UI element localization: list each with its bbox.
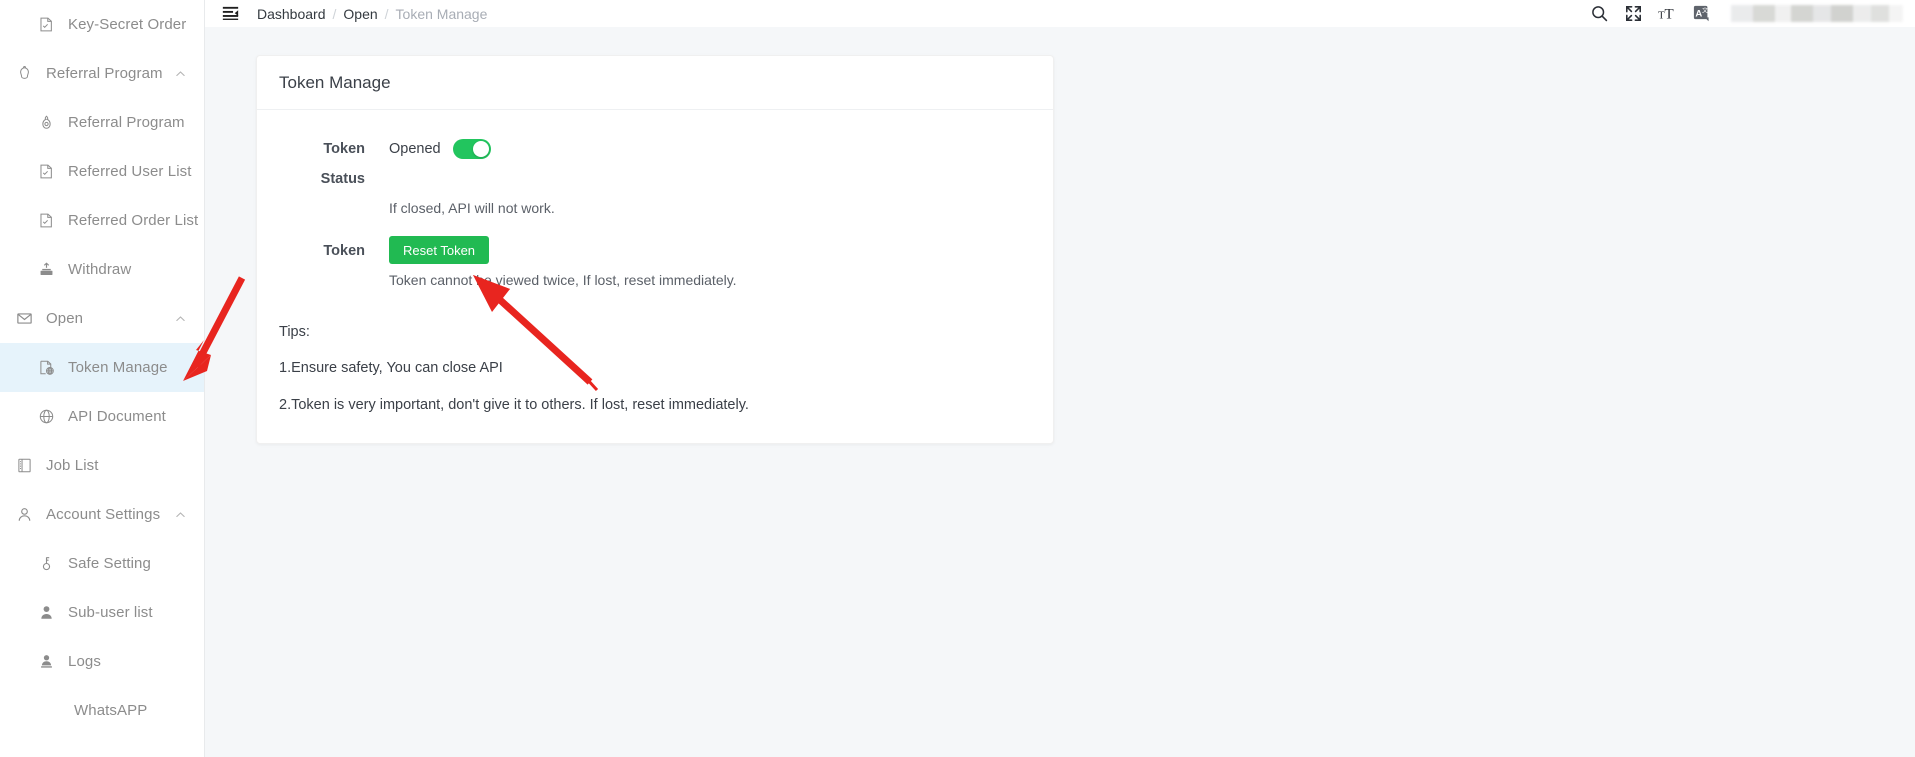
sidebar-item-safe-setting[interactable]: Safe Setting — [0, 539, 204, 588]
breadcrumb: Dashboard / Open / Token Manage — [257, 6, 487, 22]
sidebar-item-logs[interactable]: Logs — [0, 637, 204, 686]
chevron-up-icon[interactable] — [175, 68, 186, 79]
token-status-row: Token Status Opened — [279, 134, 1031, 194]
withdraw-icon — [36, 260, 56, 280]
token-status-value: Opened — [389, 141, 441, 157]
sidebar-menu: Key-Secret Order Referral Program Referral… — [0, 0, 204, 735]
sidebar: Key-Secret Order Referral Program Referral… — [0, 0, 205, 757]
book-icon — [14, 456, 34, 476]
document-check-icon — [36, 162, 56, 182]
breadcrumb-item-dashboard[interactable]: Dashboard — [257, 6, 326, 22]
sidebar-item-open[interactable]: Open — [0, 294, 204, 343]
token-status-control: Opened — [389, 134, 491, 164]
token-manage-card: Token Manage Token Status Opened If clos… — [256, 55, 1054, 444]
sidebar-item-referral-program[interactable]: Referral Program — [0, 98, 204, 147]
sidebar-item-label: Sub-user list — [68, 604, 153, 621]
sidebar-item-account-settings[interactable]: Account Settings — [0, 490, 204, 539]
globe-icon — [36, 407, 56, 427]
sidebar-item-label: Token Manage — [68, 359, 168, 376]
sidebar-item-label: Referred Order List — [68, 212, 199, 229]
document-check-icon — [36, 15, 56, 35]
card-body: Token Status Opened If closed, API will … — [257, 110, 1053, 443]
tips-line: 2.Token is very important, don't give it… — [279, 397, 749, 413]
tips-section: Tips: 1.Ensure safety, You can close API… — [279, 324, 1031, 413]
chevron-up-icon[interactable] — [175, 313, 186, 324]
sidebar-item-key-secret-order[interactable]: Key-Secret Order — [0, 0, 204, 49]
token-hint: Token cannot be viewed twice, If lost, r… — [389, 272, 737, 288]
breadcrumb-separator: / — [384, 5, 389, 22]
token-row: Token Reset Token — [279, 236, 1031, 266]
sidebar-item-label: WhatsAPP — [74, 702, 148, 719]
reset-token-button[interactable]: Reset Token — [389, 236, 490, 264]
key-icon — [36, 554, 56, 574]
token-status-toggle[interactable] — [452, 139, 491, 159]
user-log-icon — [36, 652, 56, 672]
top-header: Dashboard / Open / Token Manage T T A 文 — [205, 0, 1915, 27]
sidebar-item-whatsapp[interactable]: WhatsAPP — [0, 686, 204, 735]
sidebar-item-label: Job List — [46, 457, 99, 474]
search-icon[interactable] — [1589, 4, 1609, 24]
breadcrumb-item-token-manage: Token Manage — [395, 5, 488, 22]
sidebar-item-label: Key-Secret Order — [68, 16, 187, 33]
sidebar-item-referral-program[interactable]: Referral Program — [0, 49, 204, 98]
card-header: Token Manage — [257, 56, 1053, 110]
sidebar-item-label: Account Settings — [46, 506, 161, 523]
header-actions: T T A 文 — [1589, 4, 1903, 24]
content-area: Token Manage Token Status Opened If clos… — [205, 27, 1915, 757]
breadcrumb-separator: / — [332, 5, 337, 22]
token-icon — [36, 358, 56, 378]
sidebar-item-label: Referral Program — [68, 114, 185, 131]
token-label: Token — [323, 243, 365, 259]
token-status-hint: If closed, API will not work. — [389, 200, 555, 216]
token-control: Reset Token — [389, 236, 490, 264]
user-icon — [14, 505, 34, 525]
svg-text:T: T — [1664, 7, 1673, 23]
sidebar-item-label: Referred User List — [68, 163, 192, 180]
sidebar-item-referred-user-list[interactable]: Referred User List — [0, 147, 204, 196]
sidebar-item-label: Logs — [68, 653, 101, 670]
user-account-redacted[interactable] — [1731, 5, 1903, 22]
chevron-up-icon[interactable] — [175, 509, 186, 520]
fullscreen-icon[interactable] — [1623, 4, 1643, 24]
gift-icon — [14, 64, 34, 84]
translate-icon[interactable]: A 文 — [1691, 4, 1711, 24]
toggle-knob — [472, 141, 489, 157]
tips-line: 1.Ensure safety, You can close API — [279, 360, 503, 376]
sidebar-item-label: API Document — [68, 408, 166, 425]
app-root: Key-Secret Order Referral Program Referral… — [0, 0, 1915, 757]
bag-icon — [36, 113, 56, 133]
token-status-label: Token Status — [320, 141, 365, 187]
sidebar-item-job-list[interactable]: Job List — [0, 441, 204, 490]
breadcrumb-item-open[interactable]: Open — [343, 6, 377, 22]
font-size-icon[interactable]: T T — [1657, 4, 1677, 24]
page-title: Token Manage — [279, 72, 391, 92]
sidebar-item-label: Safe Setting — [68, 555, 151, 572]
document-check-icon — [36, 211, 56, 231]
tips-title: Tips: — [279, 324, 310, 340]
sidebar-item-withdraw[interactable]: Withdraw — [0, 245, 204, 294]
envelope-icon — [14, 309, 34, 329]
sidebar-item-referred-order-list[interactable]: Referred Order List — [0, 196, 204, 245]
svg-text:文: 文 — [1702, 6, 1708, 14]
sidebar-item-label: Open — [46, 310, 84, 327]
sidebar-item-api-document[interactable]: API Document — [0, 392, 204, 441]
sidebar-item-sub-user-list[interactable]: Sub-user list — [0, 588, 204, 637]
main-region: Dashboard / Open / Token Manage T T A 文 … — [205, 0, 1915, 757]
sidebar-item-label: Withdraw — [68, 261, 132, 278]
user-filled-icon — [36, 603, 56, 623]
hamburger-icon[interactable] — [221, 4, 240, 23]
sidebar-item-label: Referral Program — [46, 65, 163, 82]
sidebar-item-token-manage[interactable]: Token Manage — [0, 343, 204, 392]
